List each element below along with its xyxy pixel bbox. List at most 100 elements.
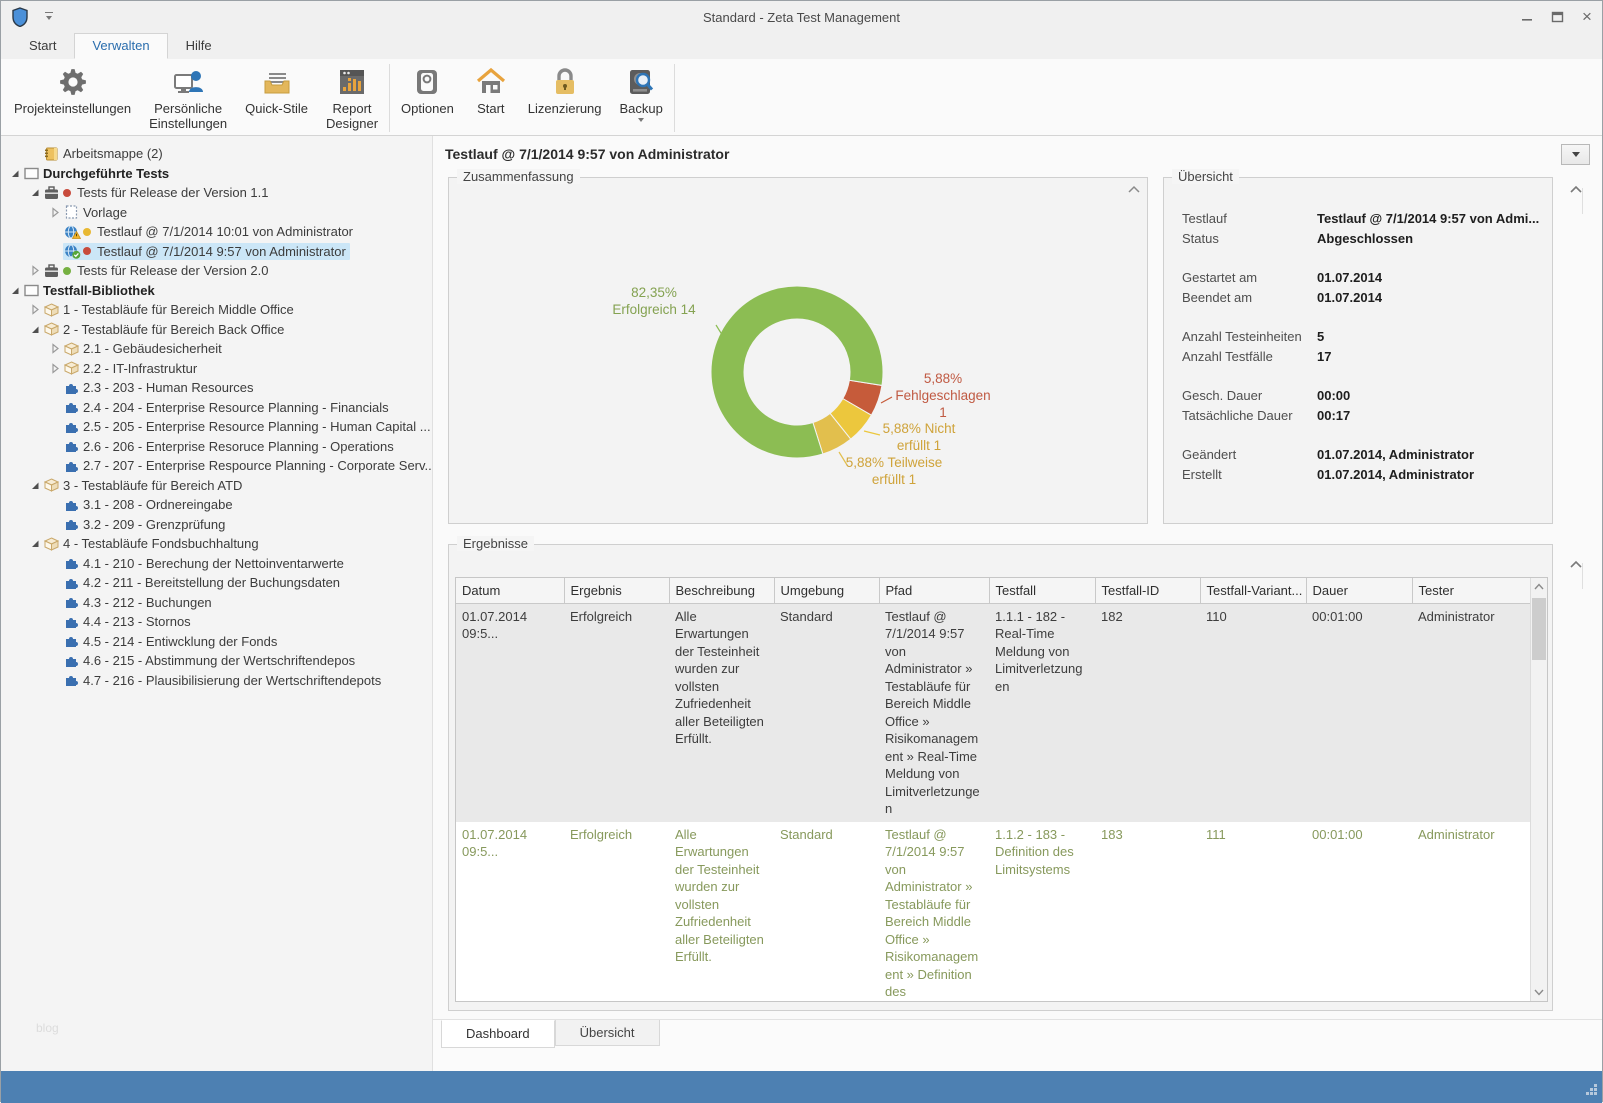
tree-item-body[interactable]: 2.2 - IT-Infrastruktur: [63, 360, 201, 377]
tree-item-body[interactable]: Tests für Release der Version 2.0: [43, 262, 273, 279]
tree-item-body[interactable]: 2.5 - 205 - Enterprise Resource Planning…: [63, 418, 433, 435]
results-column-header[interactable]: Beschreibung: [669, 578, 774, 603]
tree-item-body[interactable]: 2.7 - 207 - Enterprise Respource Plannin…: [63, 457, 433, 474]
scrollbar-thumb[interactable]: [1532, 598, 1546, 660]
tree-item[interactable]: 2.5 - 205 - Enterprise Resource Planning…: [1, 417, 432, 437]
tree-item-body[interactable]: 2.4 - 204 - Enterprise Resource Planning…: [63, 399, 393, 416]
results-column-header[interactable]: Testfall-Variant...: [1200, 578, 1306, 603]
tree-expander-open-icon[interactable]: [27, 323, 43, 335]
tree-item-body[interactable]: 2 - Testabläufe für Bereich Back Office: [43, 321, 288, 338]
tree-item-body[interactable]: Testlauf @ 7/1/2014 10:01 von Administra…: [63, 223, 357, 240]
results-column-header[interactable]: Ergebnis: [564, 578, 669, 603]
tree-item-body[interactable]: 4.2 - 211 - Bereitstellung der Buchungsd…: [63, 574, 344, 591]
tree-item-body[interactable]: Arbeitsmappe (2): [43, 145, 167, 162]
tree-item[interactable]: Testfall-Bibliothek: [1, 281, 432, 301]
tree-item-body[interactable]: 2.1 - Gebäudesicherheit: [63, 340, 226, 357]
ribbon-tab-hilfe[interactable]: Hilfe: [168, 33, 230, 59]
tree-item[interactable]: Testlauf @ 7/1/2014 9:57 von Administrat…: [1, 242, 432, 262]
ribbon-button-optionen[interactable]: Optionen: [392, 61, 463, 135]
results-vertical-scrollbar[interactable]: [1530, 578, 1547, 1001]
tree-item[interactable]: 2.7 - 207 - Enterprise Respource Plannin…: [1, 456, 432, 476]
ribbon-tab-verwalten[interactable]: Verwalten: [74, 33, 167, 59]
tree-item[interactable]: 3 - Testabläufe für Bereich ATD: [1, 476, 432, 496]
tree-item-body[interactable]: Testfall-Bibliothek: [23, 282, 159, 299]
tree-item-body[interactable]: 4.3 - 212 - Buchungen: [63, 594, 216, 611]
tree-item[interactable]: 4.1 - 210 - Berechung der Nettoinventarw…: [1, 554, 432, 574]
results-column-header[interactable]: Pfad: [879, 578, 989, 603]
bottom-tab--bersicht[interactable]: Übersicht: [555, 1020, 660, 1046]
results-column-header[interactable]: Testfall-ID: [1095, 578, 1200, 603]
collapse-top-row-chevron-icon[interactable]: [1569, 182, 1583, 197]
tree-expander-closed-icon[interactable]: [27, 304, 43, 316]
tree-item-body[interactable]: 3.2 - 209 - Grenzprüfung: [63, 516, 229, 533]
ribbon-button-report-designer[interactable]: Report Designer: [317, 61, 387, 135]
ribbon-tab-start[interactable]: Start: [11, 33, 74, 59]
results-column-header[interactable]: Datum: [456, 578, 564, 603]
tree-item[interactable]: 3.2 - 209 - Grenzprüfung: [1, 515, 432, 535]
tree-item-body[interactable]: 4.1 - 210 - Berechung der Nettoinventarw…: [63, 555, 348, 572]
ribbon-button-backup[interactable]: Backup: [611, 61, 672, 135]
tree-expander-open-icon[interactable]: [27, 479, 43, 491]
header-dropdown-button[interactable]: [1561, 144, 1590, 165]
tree-item-body[interactable]: 4.6 - 215 - Abstimmung der Wertschriften…: [63, 652, 359, 669]
tree-item-body[interactable]: 4.4 - 213 - Stornos: [63, 613, 195, 630]
tree-item[interactable]: Vorlage: [1, 203, 432, 223]
tree-item-body[interactable]: 1 - Testabläufe für Bereich Middle Offic…: [43, 301, 298, 318]
tree-item[interactable]: 4.6 - 215 - Abstimmung der Wertschriften…: [1, 651, 432, 671]
tree-item-body[interactable]: 3 - Testabläufe für Bereich ATD: [43, 477, 246, 494]
tree-item-body[interactable]: Testlauf @ 7/1/2014 9:57 von Administrat…: [63, 243, 350, 260]
tree-item[interactable]: 2.4 - 204 - Enterprise Resource Planning…: [1, 398, 432, 418]
tree-item[interactable]: 4.5 - 214 - Entiwcklung der Fonds: [1, 632, 432, 652]
results-column-header[interactable]: Testfall: [989, 578, 1095, 603]
results-table-row[interactable]: 01.07.2014 09:5...ErfolgreichAlle Erwart…: [456, 603, 1532, 822]
tree-item[interactable]: Arbeitsmappe (2): [1, 144, 432, 164]
tree-item[interactable]: 3.1 - 208 - Ordnereingabe: [1, 495, 432, 515]
ribbon-button-lizenzierung[interactable]: Lizenzierung: [519, 61, 611, 135]
tree-expander-closed-icon[interactable]: [47, 343, 63, 355]
ribbon-button-quick-stile[interactable]: Quick-Stile: [236, 61, 317, 135]
tree-item[interactable]: 4 - Testabläufe Fondsbuchhaltung: [1, 534, 432, 554]
tree-item[interactable]: Tests für Release der Version 1.1: [1, 183, 432, 203]
tree-item-body[interactable]: 4.7 - 216 - Plausibilisierung der Wertsc…: [63, 672, 385, 689]
tree-item[interactable]: 4.7 - 216 - Plausibilisierung der Wertsc…: [1, 671, 432, 691]
tree-item[interactable]: 2 - Testabläufe für Bereich Back Office: [1, 320, 432, 340]
tree-item-body[interactable]: 3.1 - 208 - Ordnereingabe: [63, 496, 237, 513]
tree-item[interactable]: 2.2 - IT-Infrastruktur: [1, 359, 432, 379]
tree-item-body[interactable]: 4 - Testabläufe Fondsbuchhaltung: [43, 535, 263, 552]
results-column-header[interactable]: Tester: [1412, 578, 1532, 603]
tree-item[interactable]: 2.6 - 206 - Enterprise Resoruce Planning…: [1, 437, 432, 457]
tree-expander-closed-icon[interactable]: [47, 206, 63, 218]
tree-expander-closed-icon[interactable]: [47, 362, 63, 374]
tree-item-body[interactable]: 2.3 - 203 - Human Resources: [63, 379, 258, 396]
tree-expander-open-icon[interactable]: [27, 187, 43, 199]
bottom-tab-dashboard[interactable]: Dashboard: [441, 1020, 555, 1048]
ribbon-button-pers-nliche-einstellungen[interactable]: Persönliche Einstellungen: [140, 61, 236, 135]
tree-item[interactable]: 4.4 - 213 - Stornos: [1, 612, 432, 632]
tree-item[interactable]: 4.2 - 211 - Bereitstellung der Buchungsd…: [1, 573, 432, 593]
tree-item-body[interactable]: Tests für Release der Version 1.1: [43, 184, 273, 201]
scroll-up-icon[interactable]: [1531, 578, 1547, 595]
results-table-row[interactable]: 01.07.2014 09:5...ErfolgreichAlle Erwart…: [456, 822, 1532, 1003]
tree-expander-closed-icon[interactable]: [27, 265, 43, 277]
tree-item-body[interactable]: 4.5 - 214 - Entiwcklung der Fonds: [63, 633, 281, 650]
tree-expander-open-icon[interactable]: [7, 284, 23, 296]
tree-expander-open-icon[interactable]: [7, 167, 23, 179]
tree-item[interactable]: Testlauf @ 7/1/2014 10:01 von Administra…: [1, 222, 432, 242]
tree-item[interactable]: 2.1 - Gebäudesicherheit: [1, 339, 432, 359]
tree-expander-open-icon[interactable]: [27, 538, 43, 550]
tree-item[interactable]: 2.3 - 203 - Human Resources: [1, 378, 432, 398]
tree-item-body[interactable]: Durchgeführte Tests: [23, 165, 173, 182]
tree-item-body[interactable]: Vorlage: [63, 204, 131, 221]
ribbon-button-projekteinstellungen[interactable]: Projekteinstellungen: [5, 61, 140, 135]
tree-item[interactable]: Durchgeführte Tests: [1, 164, 432, 184]
results-column-header[interactable]: Umgebung: [774, 578, 879, 603]
tree-item[interactable]: Tests für Release der Version 2.0: [1, 261, 432, 281]
tree-item-body[interactable]: 2.6 - 206 - Enterprise Resoruce Planning…: [63, 438, 398, 455]
tree-item[interactable]: 1 - Testabläufe für Bereich Middle Offic…: [1, 300, 432, 320]
scroll-down-icon[interactable]: [1531, 984, 1547, 1001]
ribbon-button-start[interactable]: Start: [463, 61, 519, 135]
tree-item[interactable]: 4.3 - 212 - Buchungen: [1, 593, 432, 613]
resize-grip-icon[interactable]: [1584, 1082, 1598, 1099]
collapse-results-chevron-icon[interactable]: [1569, 557, 1583, 572]
results-column-header[interactable]: Dauer: [1306, 578, 1412, 603]
